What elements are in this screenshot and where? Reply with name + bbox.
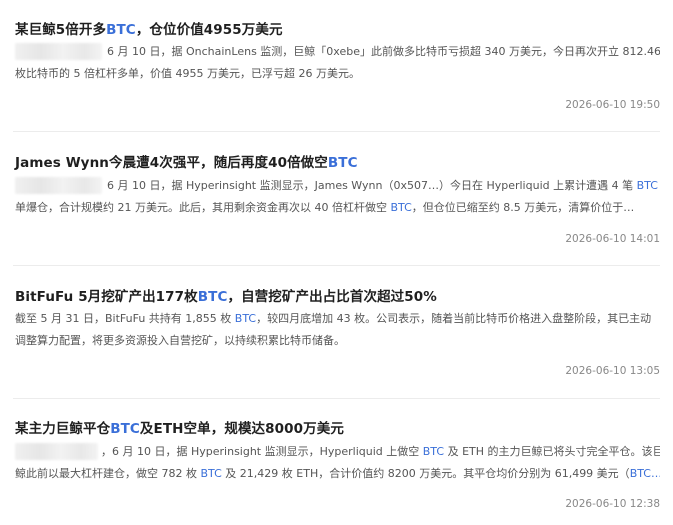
summary-line: 空 — [658, 179, 660, 192]
news-summary: 6 月 10 日，据 OnchainLens 监测，巨鲸「0xebe」此前做多比… — [15, 41, 660, 85]
summary-line: 6 月 10 日，据 OnchainLens 监测，巨鲸「0xebe」此前做多比… — [107, 45, 660, 58]
news-summary: 截至 5 月 31 日，BitFuFu 共持有 1,855 枚 BTC，较四月底… — [15, 308, 660, 352]
btc-tag-link[interactable]: BTC — [637, 179, 658, 192]
news-title[interactable]: James Wynn今晨遭4次强平，随后再度40倍做空BTC — [15, 151, 358, 171]
summary-line: ，但仓位已缩至约 8.5 万美元，清算价位于… — [411, 201, 635, 214]
btc-tag-link[interactable]: BTC — [110, 421, 140, 437]
title-text: ，自营挖矿产出占比首次超过50% — [227, 289, 437, 305]
summary-line: 调整算力配置，将更多资源投入自营挖矿，以持续积累比特币储备。 — [15, 334, 345, 347]
btc-tag-link[interactable]: BTC — [390, 201, 411, 214]
btc-tag-link[interactable]: BTC… — [630, 467, 660, 480]
publish-time: 2026-06-10 19:50 — [565, 99, 660, 111]
btc-tag-link[interactable]: BTC — [198, 289, 228, 305]
btc-tag-link[interactable]: BTC — [235, 312, 256, 325]
news-summary: 6 月 10 日，据 Hyperinsight 监测显示，James Wynn（… — [15, 175, 660, 219]
publish-time: 2026-06-10 14:01 — [565, 233, 660, 245]
summary-line: ，较四月底增加 43 枚。公司表示，随着当前比特币价格进入盘整阶段，其已主动 — [256, 312, 652, 325]
btc-tag-link[interactable]: BTC — [423, 445, 444, 458]
summary-line: 及 21,429 枚 ETH，合计价值约 8200 万美元。其平仓均价分别为 6… — [221, 467, 630, 480]
title-text: 及ETH空单，规模达8000万美元 — [139, 421, 344, 437]
summary-line: ，6 月 10 日，据 Hyperinsight 监测显示，Hyperliqui… — [101, 445, 423, 458]
news-item[interactable]: 某主力巨鲸平仓BTC及ETH空单，规模达8000万美元 ，6 月 10 日，据 … — [0, 398, 673, 525]
title-text: BitFuFu 5月挖矿产出177枚 — [15, 289, 198, 305]
news-feed: 某巨鲸5倍开多BTC，仓位价值4955万美元 6 月 10 日，据 Onchai… — [0, 0, 673, 525]
news-summary: ，6 月 10 日，据 Hyperinsight 监测显示，Hyperliqui… — [15, 441, 660, 485]
title-text: 某巨鲸5倍开多 — [15, 22, 107, 38]
summary-line: 6 月 10 日，据 Hyperinsight 监测显示，James Wynn（… — [107, 179, 637, 192]
summary-line: 截至 5 月 31 日，BitFuFu 共持有 1,855 枚 — [15, 312, 235, 325]
btc-tag-link[interactable]: BTC — [106, 22, 136, 38]
summary-line: 单爆仓，合计规模约 21 万美元。此后，其用剩余资金再次以 40 倍杠杆做空 — [15, 201, 391, 214]
news-item[interactable]: BitFuFu 5月挖矿产出177枚BTC，自营挖矿产出占比首次超过50% 截至… — [0, 265, 673, 398]
news-title[interactable]: BitFuFu 5月挖矿产出177枚BTC，自营挖矿产出占比首次超过50% — [15, 285, 437, 305]
news-title[interactable]: 某巨鲸5倍开多BTC，仓位价值4955万美元 — [15, 18, 283, 38]
news-item[interactable]: 某巨鲸5倍开多BTC，仓位价值4955万美元 6 月 10 日，据 Onchai… — [0, 0, 673, 132]
publish-time: 2026-06-10 13:05 — [565, 365, 660, 377]
summary-line: 及 ETH 的主力巨鲸已将头寸完全平仓。该巨 — [444, 445, 660, 458]
publish-time: 2026-06-10 12:38 — [565, 498, 660, 510]
summary-line: 鲸此前以最大杠杆建仓，做空 782 枚 — [15, 467, 201, 480]
title-text: 某主力巨鲸平仓 — [15, 421, 111, 437]
btc-tag-link[interactable]: BTC — [328, 155, 358, 171]
title-text: James Wynn今晨遭4次强平，随后再度40倍做空 — [15, 155, 328, 171]
btc-tag-link[interactable]: BTC — [200, 467, 221, 480]
news-title[interactable]: 某主力巨鲸平仓BTC及ETH空单，规模达8000万美元 — [15, 417, 344, 437]
news-item[interactable]: James Wynn今晨遭4次强平，随后再度40倍做空BTC 6 月 10 日，… — [0, 132, 673, 265]
title-text: ，仓位价值4955万美元 — [135, 22, 283, 38]
summary-line: 枚比特币的 5 倍杠杆多单，价值 4955 万美元，已浮亏超 26 万美元。 — [15, 67, 360, 80]
